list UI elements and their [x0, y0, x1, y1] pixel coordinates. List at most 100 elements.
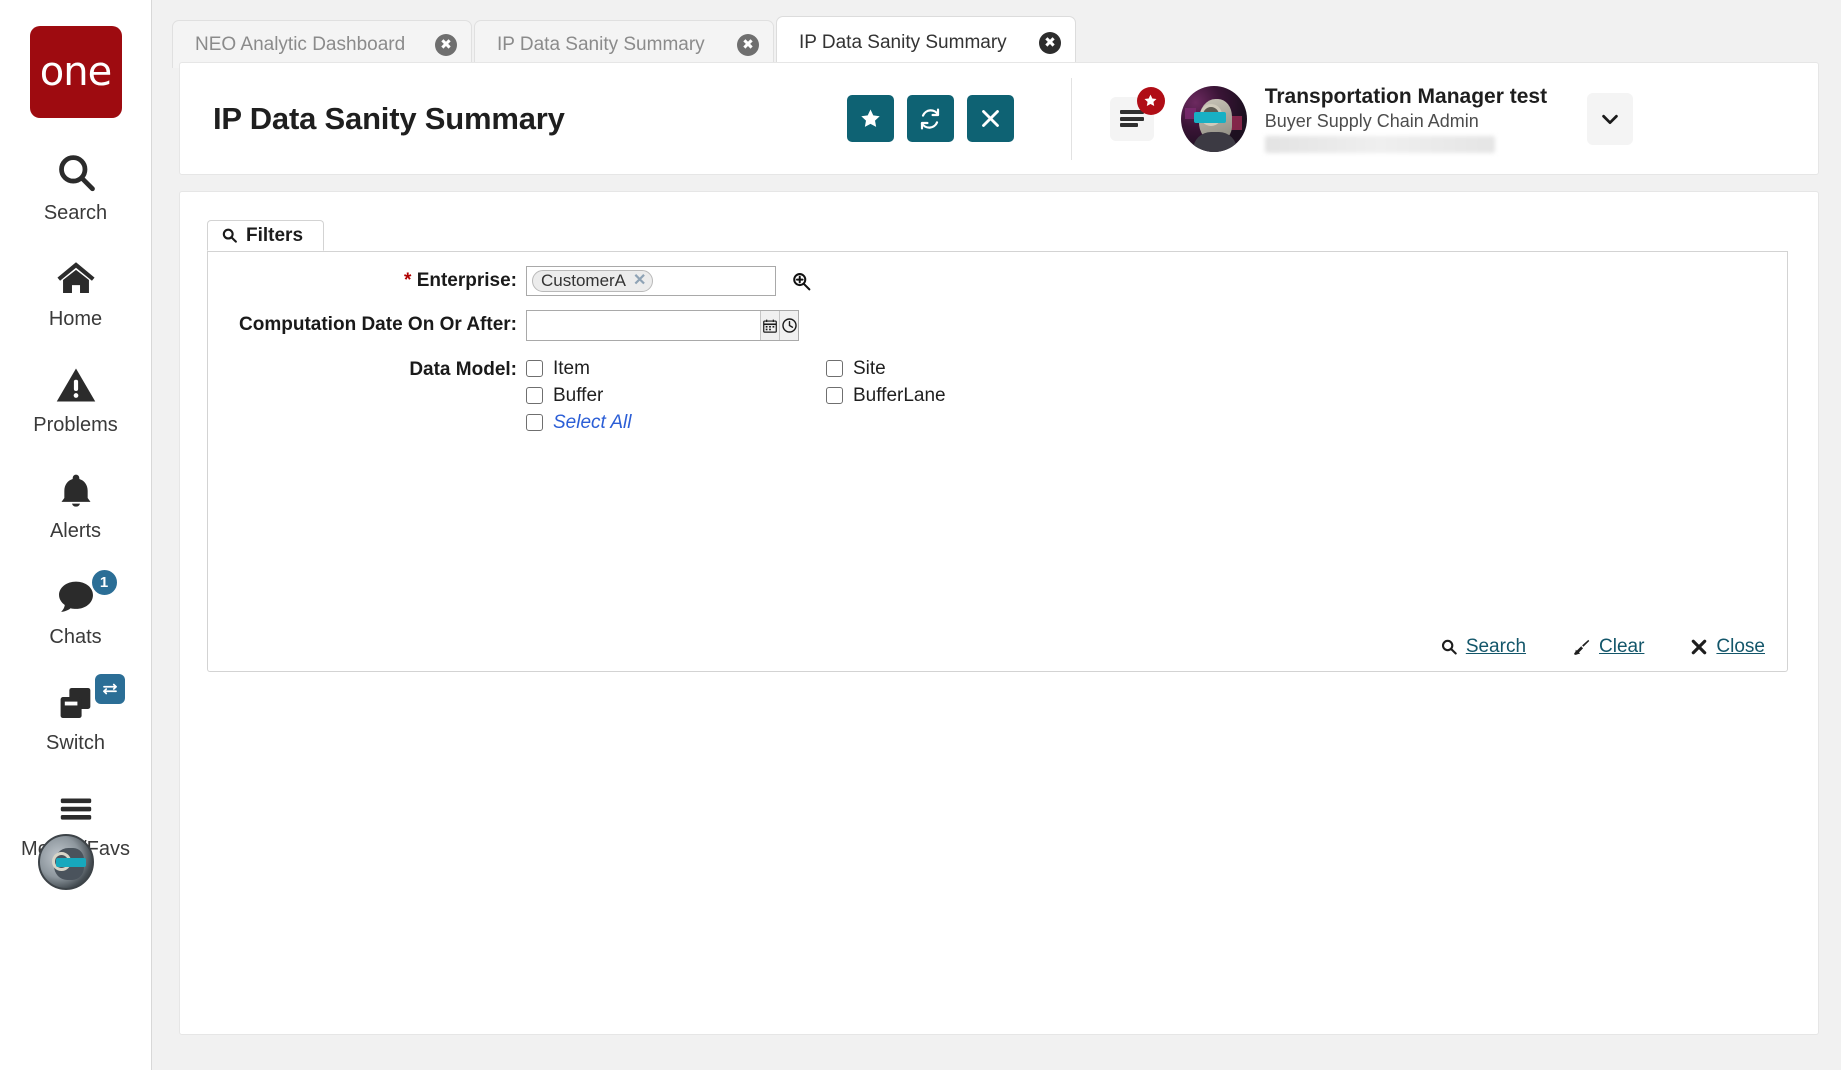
computation-date-input[interactable]: [527, 311, 760, 340]
checkbox-item[interactable]: [526, 360, 543, 377]
sidebar-item-switch[interactable]: Switch: [0, 674, 152, 754]
enterprise-token[interactable]: CustomerA ✕: [532, 270, 654, 292]
close-circle-icon[interactable]: ✖: [737, 33, 759, 56]
avatar-visor-shape: [56, 858, 86, 867]
close-link-label: Close: [1716, 636, 1765, 657]
switch-windows-icon: [49, 674, 125, 728]
sidebar-item-search[interactable]: Search: [0, 148, 152, 224]
checkbox-label: Item: [553, 357, 590, 379]
refresh-icon: [918, 107, 942, 131]
search-link-label: Search: [1465, 636, 1527, 657]
enterprise-label: * Enterprise:: [208, 266, 526, 296]
search-icon: [1440, 638, 1458, 656]
enterprise-label-text: Enterprise:: [416, 270, 517, 291]
close-circle-icon[interactable]: ✖: [1039, 31, 1061, 54]
sidebar-item-label: Alerts: [49, 520, 102, 542]
filter-row-computation-date: Computation Date On Or After:: [208, 310, 1787, 341]
x-bold-icon: [1690, 638, 1708, 656]
computation-date-field[interactable]: [526, 310, 799, 341]
checkbox-label: BufferLane: [853, 384, 946, 406]
filters-form: * Enterprise: CustomerA ✕ Computation Da…: [207, 252, 1788, 672]
tab-label: NEO Analytic Dashboard: [195, 33, 406, 55]
enterprise-token-label: CustomerA: [541, 271, 627, 290]
app-root: one Search Home Problems Alerts 1 Chats …: [0, 0, 1841, 1070]
chats-unread-badge: 1: [89, 568, 119, 597]
avatar[interactable]: [1180, 85, 1247, 152]
star-icon: [859, 107, 882, 130]
user-redacted-line: [1264, 135, 1495, 153]
bell-icon: [49, 466, 103, 516]
filter-action-links: Search Clear Close: [1394, 636, 1765, 658]
checkbox-row-item[interactable]: Item: [526, 355, 826, 382]
data-model-checkbox-group: Item Buffer Select All Site BufferLane: [526, 355, 1126, 436]
header-divider: [1070, 77, 1072, 160]
close-circle-icon[interactable]: ✖: [435, 33, 457, 56]
brand-logo-text: one: [39, 49, 112, 95]
enterprise-input[interactable]: CustomerA ✕: [526, 266, 776, 296]
checkbox-label: Site: [853, 357, 886, 379]
checkbox-buffer[interactable]: [526, 387, 543, 404]
checkbox-row-bufferlane[interactable]: BufferLane: [826, 382, 1126, 409]
tab-neo-analytic-dashboard[interactable]: NEO Analytic Dashboard ✖: [172, 20, 472, 68]
required-marker: *: [404, 270, 412, 291]
filters-tabstrip: Filters: [207, 220, 1788, 252]
tab-label: IP Data Sanity Summary: [497, 33, 705, 55]
clock-icon[interactable]: [779, 311, 798, 340]
sidebar-item-chats[interactable]: 1 Chats: [0, 568, 152, 648]
checkbox-label[interactable]: Select All: [553, 412, 632, 434]
chat-bubble-icon: 1: [49, 568, 119, 622]
tab-filters-label: Filters: [246, 224, 304, 246]
page-title: IP Data Sanity Summary: [213, 100, 565, 136]
page-header: IP Data Sanity Summary Transportation Ma…: [179, 62, 1819, 175]
main-content-panel: Filters * Enterprise: CustomerA ✕ Comput…: [179, 191, 1819, 1035]
data-model-left-column: Item Buffer Select All: [526, 355, 826, 436]
sidebar-item-label: Switch: [46, 732, 105, 754]
tab-ip-data-sanity-summary-2[interactable]: IP Data Sanity Summary ✖: [776, 16, 1076, 71]
data-model-right-column: Site BufferLane: [826, 355, 1126, 436]
sidebar-item-problems[interactable]: Problems: [0, 360, 152, 436]
search-icon: [49, 148, 103, 198]
home-icon: [49, 254, 103, 304]
header-action-buttons: [846, 95, 1027, 142]
checkbox-site[interactable]: [826, 360, 843, 377]
user-menu-toggle[interactable]: [1587, 92, 1634, 145]
star-badge-icon: [1136, 86, 1165, 115]
tab-filters[interactable]: Filters: [207, 220, 325, 251]
user-name: Transportation Manager test: [1264, 85, 1548, 109]
sidebar-item-label: Problems: [33, 414, 118, 436]
computation-date-label: Computation Date On Or After:: [239, 314, 517, 335]
close-button[interactable]: [966, 95, 1014, 142]
checkbox-row-buffer[interactable]: Buffer: [526, 382, 826, 409]
left-sidebar: one Search Home Problems Alerts 1 Chats …: [0, 0, 152, 1070]
checkbox-select-all[interactable]: [526, 414, 543, 431]
sidebar-item-home[interactable]: Home: [0, 254, 152, 330]
enterprise-lookup-button[interactable]: [788, 266, 814, 296]
warning-triangle-icon: [49, 360, 103, 410]
header-menu-button[interactable]: [1109, 86, 1165, 141]
x-icon: [980, 108, 1001, 129]
broom-icon: [1572, 638, 1591, 657]
checkbox-bufferlane[interactable]: [826, 387, 843, 404]
search-link[interactable]: Search: [1440, 636, 1526, 658]
tab-ip-data-sanity-summary-1[interactable]: IP Data Sanity Summary ✖: [474, 20, 774, 68]
sidebar-item-label: Home: [48, 308, 103, 330]
sidebar-item-alerts[interactable]: Alerts: [0, 466, 152, 542]
data-model-label: Data Model:: [409, 359, 517, 380]
zoom-search-icon: [791, 271, 812, 292]
close-link[interactable]: Close: [1690, 636, 1765, 658]
brand-logo[interactable]: one: [29, 26, 122, 118]
checkbox-row-select-all[interactable]: Select All: [526, 409, 826, 436]
search-icon: [221, 227, 238, 244]
refresh-button[interactable]: [906, 95, 954, 142]
swap-arrows-icon: [94, 674, 125, 704]
checkbox-row-site[interactable]: Site: [826, 355, 1126, 382]
calendar-icon[interactable]: [760, 311, 779, 340]
clear-link[interactable]: Clear: [1572, 636, 1644, 658]
checkbox-label: Buffer: [553, 384, 604, 406]
favorite-button[interactable]: [846, 95, 894, 142]
sidebar-user-avatar[interactable]: [38, 834, 94, 890]
x-icon[interactable]: ✕: [633, 273, 646, 289]
sidebar-item-label: Chats: [49, 626, 102, 648]
chevron-down-icon: [1599, 108, 1621, 130]
user-info: Transportation Manager test Buyer Supply…: [1264, 84, 1548, 153]
